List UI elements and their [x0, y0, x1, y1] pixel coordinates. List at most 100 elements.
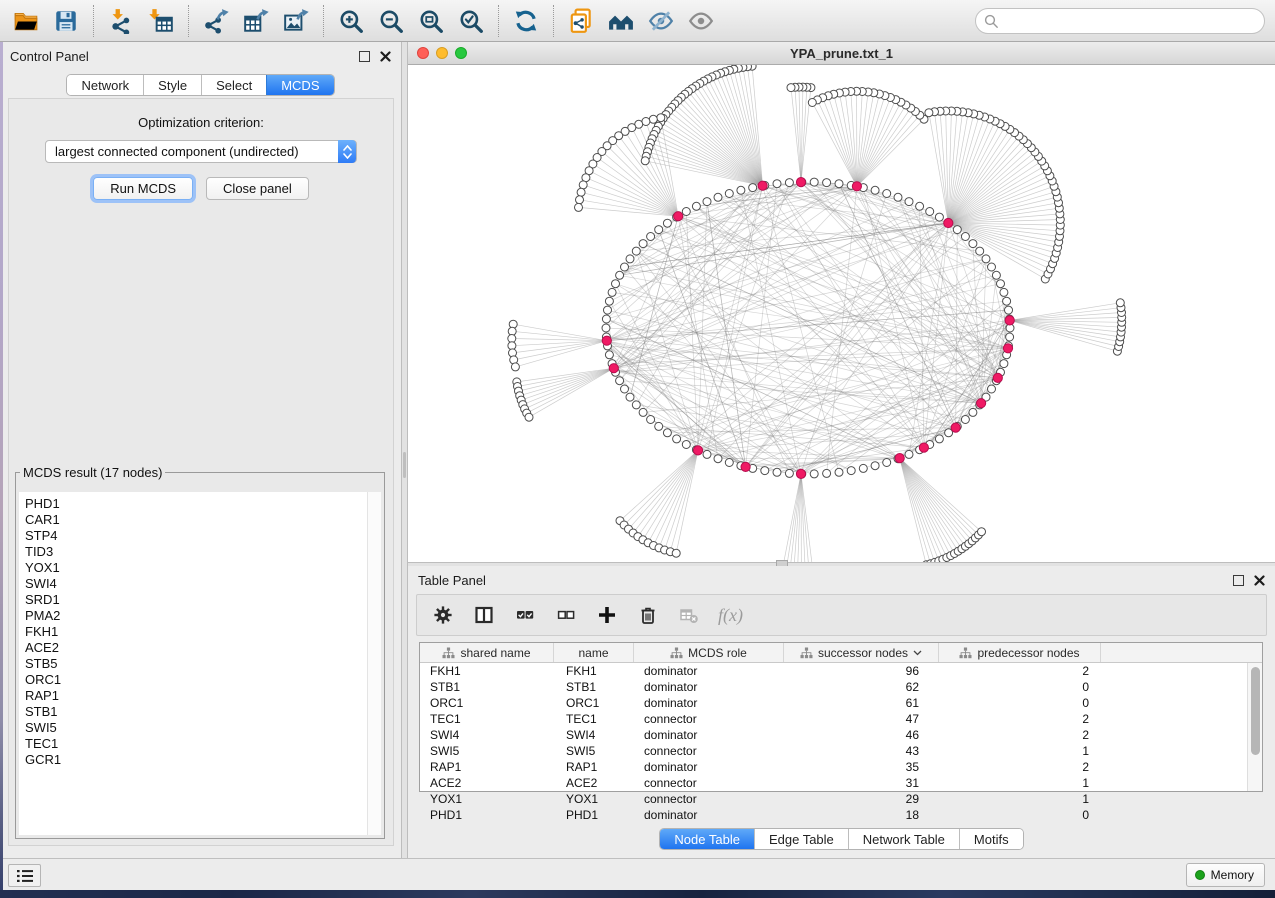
column-header-successor-nodes[interactable]: successor nodes: [784, 643, 939, 662]
float-panel-icon[interactable]: [359, 51, 370, 62]
mcds-result-item[interactable]: SWI4: [25, 576, 367, 592]
first-neighbors-button[interactable]: [601, 3, 641, 39]
table-scrollbar[interactable]: [1247, 663, 1262, 791]
deselect-all-rows-button[interactable]: [554, 604, 578, 626]
zoom-in-icon: [338, 8, 364, 34]
mcds-result-item[interactable]: GCR1: [25, 752, 367, 768]
table-cell: dominator: [634, 807, 784, 823]
control-tab-select[interactable]: Select: [201, 75, 266, 95]
search-input[interactable]: [1005, 14, 1256, 29]
table-panel-tabbar: Node TableEdge TableNetwork TableMotifs: [408, 828, 1275, 850]
deselect-all-rows-icon: [556, 605, 576, 625]
network-graph: [408, 65, 1275, 562]
mcds-result-item[interactable]: TEC1: [25, 736, 367, 752]
clone-network-icon: [568, 8, 594, 34]
mcds-result-item[interactable]: FKH1: [25, 624, 367, 640]
hide-graphics-details-button[interactable]: [641, 3, 681, 39]
table-cell: dominator: [634, 663, 784, 679]
import-network-button[interactable]: [101, 3, 141, 39]
table-row[interactable]: TEC1TEC1connector472: [420, 711, 1262, 727]
zoom-selected-button[interactable]: [451, 3, 491, 39]
table-cell: connector: [634, 743, 784, 759]
close-panel-icon[interactable]: [1254, 575, 1265, 586]
float-panel-icon[interactable]: [1233, 575, 1244, 586]
table-row[interactable]: STB1STB1dominator620: [420, 679, 1262, 695]
mcds-result-item[interactable]: PMA2: [25, 608, 367, 624]
search-box[interactable]: [975, 8, 1265, 34]
table-row[interactable]: FKH1FKH1dominator962: [420, 663, 1262, 679]
show-graphics-details-button[interactable]: [681, 3, 721, 39]
table-row[interactable]: SWI5SWI5connector431: [420, 743, 1262, 759]
mcds-result-groupbox: MCDS result (17 nodes) PHD1CAR1STP4TID3Y…: [15, 465, 385, 839]
column-header-mcds-role[interactable]: MCDS role: [634, 643, 784, 662]
mcds-result-item[interactable]: CAR1: [25, 512, 367, 528]
mcds-result-item[interactable]: ACE2: [25, 640, 367, 656]
close-panel-icon[interactable]: [380, 51, 391, 62]
mcds-result-item[interactable]: RAP1: [25, 688, 367, 704]
column-header-name[interactable]: name: [554, 643, 634, 662]
mcds-result-item[interactable]: STP4: [25, 528, 367, 544]
mcds-result-scrollbar[interactable]: [367, 492, 381, 835]
control-panel-tabbar: NetworkStyleSelectMCDS: [0, 74, 401, 96]
zoom-fit-button[interactable]: [411, 3, 451, 39]
table-cell: 2: [939, 727, 1101, 743]
table-tab-node-table[interactable]: Node Table: [660, 829, 754, 849]
table-row[interactable]: RAP1RAP1dominator352: [420, 759, 1262, 775]
delete-table-icon: [679, 605, 699, 625]
splitter-grip[interactable]: [403, 452, 406, 478]
table-cell: 1: [939, 791, 1101, 807]
refresh-view-button[interactable]: [506, 3, 546, 39]
table-row[interactable]: ACE2ACE2connector311: [420, 775, 1262, 791]
zoom-fit-icon: [418, 8, 444, 34]
save-session-button[interactable]: [46, 3, 86, 39]
export-network-button[interactable]: [196, 3, 236, 39]
table-header-row: shared namenameMCDS rolesuccessor nodesp…: [420, 643, 1262, 663]
mcds-result-item[interactable]: SRD1: [25, 592, 367, 608]
column-header-shared-name[interactable]: shared name: [420, 643, 554, 662]
optimization-criterion-select[interactable]: largest connected component (undirected): [45, 140, 357, 163]
export-image-button[interactable]: [276, 3, 316, 39]
control-tab-style[interactable]: Style: [143, 75, 201, 95]
select-all-rows-button[interactable]: [513, 604, 537, 626]
column-header-predecessor-nodes[interactable]: predecessor nodes: [939, 643, 1101, 662]
mcds-result-item[interactable]: STB5: [25, 656, 367, 672]
delete-column-icon: [638, 605, 658, 625]
import-table-button[interactable]: [141, 3, 181, 39]
run-mcds-button[interactable]: Run MCDS: [93, 177, 193, 200]
add-column-icon: [597, 605, 617, 625]
add-column-button[interactable]: [595, 604, 619, 626]
mcds-result-list[interactable]: PHD1CAR1STP4TID3YOX1SWI4SRD1PMA2FKH1ACE2…: [19, 492, 367, 835]
table-row[interactable]: PHD1PHD1dominator180: [420, 807, 1262, 823]
mcds-result-item[interactable]: PHD1: [25, 496, 367, 512]
control-tab-network[interactable]: Network: [67, 75, 143, 95]
toggle-column-view-button[interactable]: [472, 604, 496, 626]
table-tab-motifs[interactable]: Motifs: [959, 829, 1023, 849]
memory-button[interactable]: Memory: [1186, 863, 1265, 887]
mcds-result-item[interactable]: ORC1: [25, 672, 367, 688]
table-row[interactable]: YOX1YOX1connector291: [420, 791, 1262, 807]
table-row[interactable]: SWI4SWI4dominator462: [420, 727, 1262, 743]
toggle-column-view-icon: [474, 605, 494, 625]
clone-network-button[interactable]: [561, 3, 601, 39]
mcds-result-item[interactable]: STB1: [25, 704, 367, 720]
network-canvas[interactable]: [408, 65, 1275, 562]
close-panel-button[interactable]: Close panel: [206, 177, 309, 200]
table-tab-network-table[interactable]: Network Table: [848, 829, 959, 849]
control-tab-mcds[interactable]: MCDS: [266, 75, 333, 95]
open-file-button[interactable]: [6, 3, 46, 39]
table-cell: SWI4: [554, 727, 634, 743]
mcds-result-item[interactable]: YOX1: [25, 560, 367, 576]
zoom-in-button[interactable]: [331, 3, 371, 39]
export-table-button[interactable]: [236, 3, 276, 39]
vertical-splitter[interactable]: [401, 42, 408, 858]
table-row[interactable]: ORC1ORC1dominator610: [420, 695, 1262, 711]
mcds-result-item[interactable]: SWI5: [25, 720, 367, 736]
table-tab-edge-table[interactable]: Edge Table: [754, 829, 848, 849]
task-history-button[interactable]: [8, 864, 41, 887]
zoom-out-button[interactable]: [371, 3, 411, 39]
scrollbar-thumb[interactable]: [1251, 667, 1260, 755]
delete-column-button[interactable]: [636, 604, 660, 626]
mcds-result-item[interactable]: TID3: [25, 544, 367, 560]
table-cell: dominator: [634, 727, 784, 743]
table-settings-button[interactable]: [431, 604, 455, 626]
